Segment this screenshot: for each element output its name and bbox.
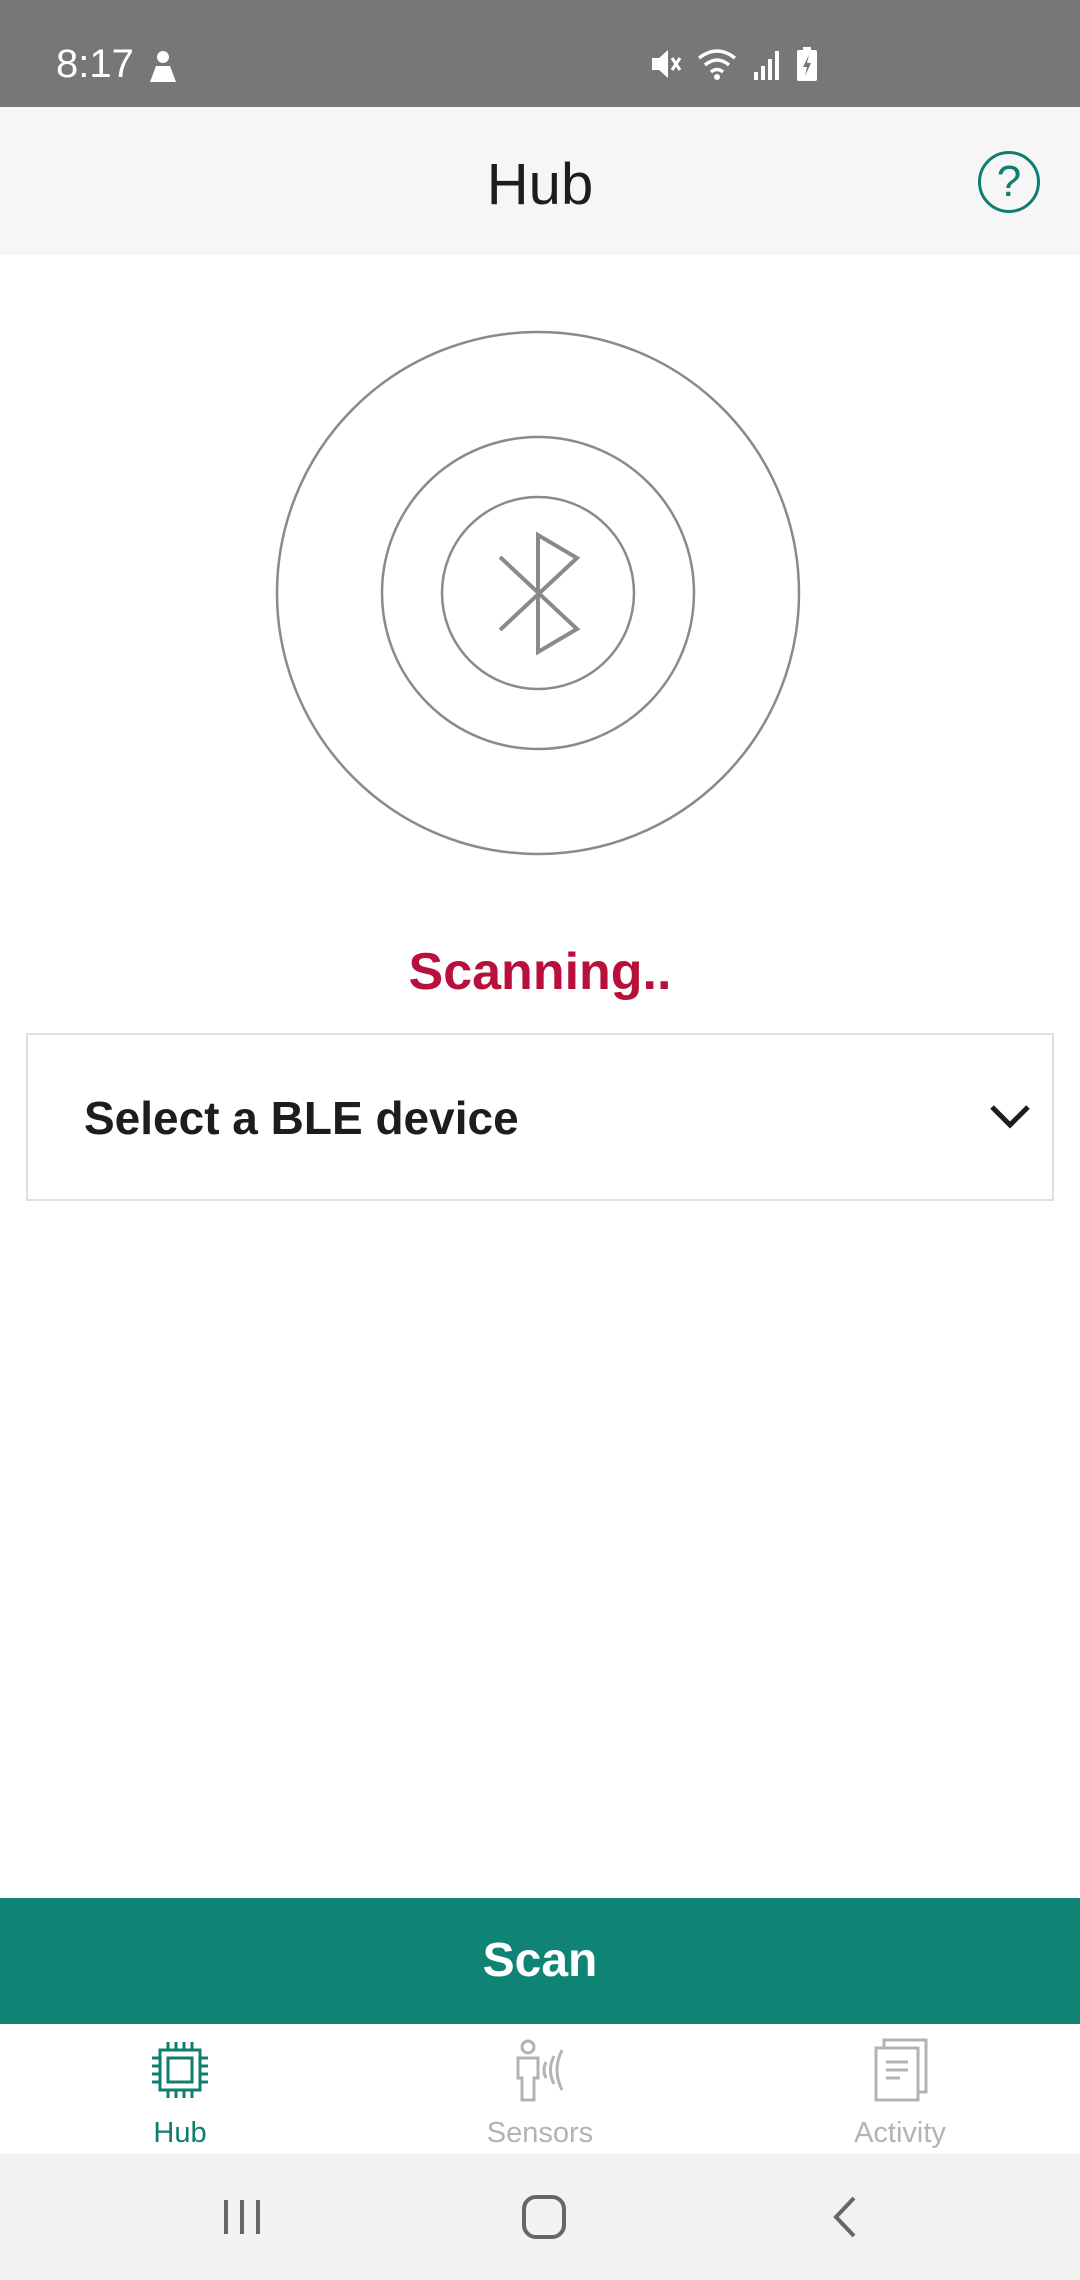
- nav-item-sensors[interactable]: Sensors: [360, 2024, 720, 2154]
- home-icon[interactable]: [514, 2192, 574, 2242]
- scan-button[interactable]: Scan: [0, 1898, 1080, 2024]
- status-icons: [648, 44, 818, 84]
- chevron-down-icon: [990, 1105, 1030, 1129]
- bluetooth-radar: [275, 330, 801, 856]
- document-icon: [874, 2038, 928, 2102]
- recent-apps-icon[interactable]: [212, 2192, 272, 2242]
- sensor-person-icon: [516, 2039, 564, 2102]
- signal-icon: [754, 51, 779, 80]
- help-button[interactable]: ?: [978, 151, 1040, 213]
- nav-label-sensors: Sensors: [486, 2117, 594, 2149]
- nav-item-hub[interactable]: Hub: [0, 2024, 360, 2154]
- nav-item-activity[interactable]: Activity: [720, 2024, 1080, 2154]
- ble-device-dropdown[interactable]: Select a BLE device: [26, 1033, 1054, 1201]
- person-notification-icon: [150, 51, 176, 82]
- app-bar: Hub ?: [0, 107, 1080, 255]
- scanning-status: Scanning..: [408, 943, 672, 1001]
- nav-label-activity: Activity: [854, 2117, 946, 2149]
- back-icon[interactable]: [816, 2192, 876, 2242]
- wifi-icon: [697, 49, 737, 80]
- nav-label-hub: Hub: [153, 2117, 207, 2149]
- ble-device-dropdown-label: Select a BLE device: [84, 1092, 519, 1144]
- chip-icon: [152, 2042, 208, 2098]
- bluetooth-icon: [498, 531, 581, 656]
- mute-icon: [652, 50, 682, 78]
- status-bar: 8:17: [0, 0, 1080, 107]
- battery-charging-icon: [797, 47, 817, 81]
- status-time: 8:17: [56, 42, 134, 86]
- page-title: Hub: [486, 152, 594, 217]
- system-nav-bar: [0, 2154, 1080, 2280]
- bottom-nav: Hub Sensors Activity: [0, 2024, 1080, 2154]
